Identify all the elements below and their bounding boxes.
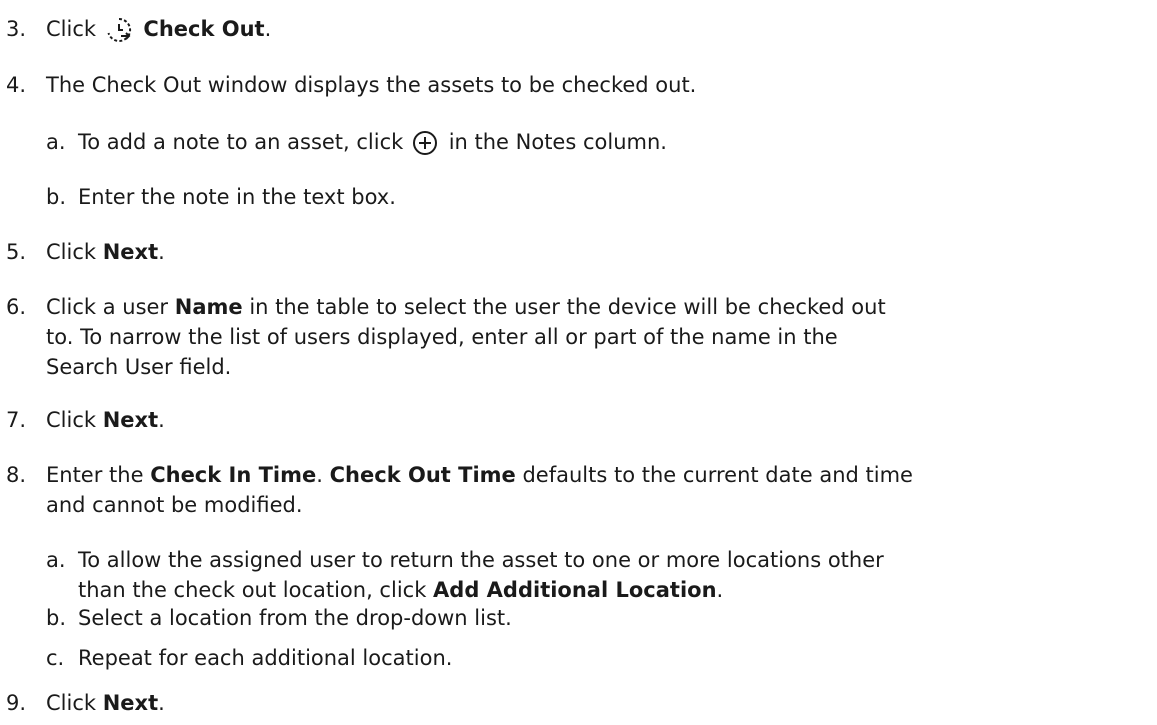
step-bold-term: Check Out Time [329,463,516,487]
step-text-pre: Click a user [46,295,169,319]
step-text-post: . [264,17,272,41]
step-text-pre: Enter the [46,463,144,487]
step-text: To add a note to an asset, click in the … [78,127,1137,157]
add-circle-icon [412,130,438,156]
step-text-line: and cannot be modified. [46,493,303,517]
step-number: a. [46,548,66,572]
step-text-pre: than the check out location, click [78,578,427,602]
step-text-pre: Click [46,408,97,432]
step-text-post: . [716,578,724,602]
step-text-mid: . [316,463,323,487]
step-number: 5. [6,240,27,264]
step-number: 4. [6,73,27,97]
check-out-clock-icon [105,16,133,44]
step-bold-term: Check Out [143,17,265,41]
step-bold-term: Check In Time [150,463,317,487]
step-text: Click Next. [46,237,1137,267]
instruction-document: 3. Click Check Out. 4. The Check Out win… [0,0,1157,725]
step-number: a. [46,130,66,154]
step-bold-term: Add Additional Location [433,578,717,602]
step-text-pre: To add a note to an asset, click [78,130,404,154]
step-text-post: . [158,240,165,264]
step-text-post: . [158,691,165,715]
step-text: The Check Out window displays the assets… [46,73,697,97]
step-text: To allow the assigned user to return the… [78,545,1137,605]
step-text: Click Next. [46,688,1137,718]
step-number: 6. [6,295,27,319]
step-text-post: in the table to select the user the devi… [249,295,886,319]
step-text-post: . [158,408,165,432]
step-text: Repeat for each additional location. [78,646,453,670]
step-number: 3. [6,17,27,41]
step-bold-term: Next [102,691,159,715]
step-text: Click a user Name in the table to select… [46,292,1137,382]
step-text-line: To allow the assigned user to return the… [78,548,884,572]
step-text-line: Search User field. [46,355,232,379]
step-bold-term: Name [174,295,243,319]
step-text: Click Next. [46,405,1137,435]
step-text: Enter the note in the text box. [78,185,396,209]
step-number: 8. [6,463,27,487]
step-text-line: to. To narrow the list of users displaye… [46,325,838,349]
step-text-post: in the Notes column. [448,130,667,154]
step-number: b. [46,185,67,209]
step-text-pre: Click [46,240,97,264]
step-text-pre: Click [46,17,97,41]
step-text: Click Check Out. [46,14,1137,44]
step-number: b. [46,606,67,630]
step-text-pre: Click [46,691,97,715]
step-text: Enter the Check In Time. Check Out Time … [46,460,1137,520]
step-bold-term: Next [102,408,159,432]
step-text-post: defaults to the current date and time [522,463,913,487]
step-number: 9. [6,691,27,715]
step-bold-term: Next [102,240,159,264]
step-text: Select a location from the drop-down lis… [78,606,512,630]
step-number: c. [46,646,65,670]
step-number: 7. [6,408,27,432]
